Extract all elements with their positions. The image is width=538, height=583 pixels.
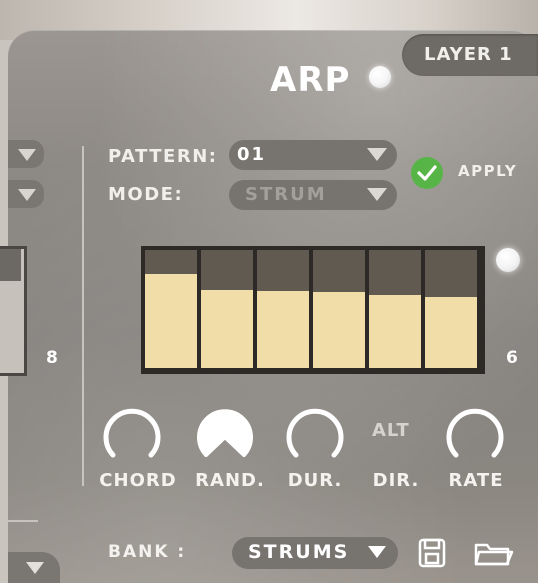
sequencer-step-fill <box>257 291 309 368</box>
apply-button[interactable] <box>411 157 443 189</box>
folder-icon[interactable] <box>474 540 514 568</box>
chevron-down-icon <box>368 546 386 558</box>
left-step-count: 8 <box>46 348 58 368</box>
rate-label: RATE <box>448 470 504 491</box>
left-dropdown-1[interactable] <box>8 140 44 168</box>
sequencer-step[interactable] <box>369 250 421 368</box>
dur-knob[interactable] <box>284 403 346 465</box>
bottom-divider <box>8 520 38 522</box>
layer-label[interactable]: LAYER 1 <box>424 44 513 65</box>
bank-label: BANK : <box>108 542 187 562</box>
rate-knob[interactable] <box>444 403 506 465</box>
sequencer-step-fill <box>313 292 365 368</box>
chord-label: CHORD <box>99 470 177 491</box>
chevron-down-icon <box>26 562 44 574</box>
step-sequencer[interactable] <box>141 246 485 374</box>
left-dropdown-2[interactable] <box>8 180 44 208</box>
sequencer-step[interactable] <box>201 250 253 368</box>
sequencer-step[interactable] <box>145 250 197 368</box>
check-icon <box>417 165 437 181</box>
chevron-down-icon <box>367 148 387 161</box>
right-step-count: 6 <box>506 348 518 368</box>
chevron-down-icon <box>367 188 387 201</box>
sequencer-step-fill <box>145 274 197 368</box>
sequencer-step[interactable] <box>257 250 309 368</box>
pattern-value: 01 <box>237 144 267 165</box>
left-step-slider[interactable] <box>0 246 27 376</box>
sequencer-step-fill <box>201 290 253 368</box>
sequencer-step-fill <box>369 295 421 368</box>
chord-knob[interactable] <box>101 403 163 465</box>
sequencer-led-toggle[interactable] <box>496 248 520 272</box>
chevron-down-icon <box>18 189 36 201</box>
arp-panel-screen: LAYER 1 ARP 8 PATTERN: 01 MODE: STRUM AP… <box>0 0 538 583</box>
apply-label[interactable]: APPLY <box>458 162 517 180</box>
bank-dropdown[interactable]: STRUMS <box>232 537 398 569</box>
arp-power-toggle[interactable] <box>369 66 391 88</box>
alt-label[interactable]: ALT <box>372 420 410 441</box>
sequencer-step[interactable] <box>313 250 365 368</box>
mode-label: MODE: <box>108 184 184 205</box>
mode-dropdown[interactable]: STRUM <box>229 180 397 210</box>
mode-value: STRUM <box>245 184 327 205</box>
arp-title: ARP <box>270 60 351 100</box>
bank-value: STRUMS <box>248 541 350 563</box>
sequencer-step-fill <box>425 297 477 368</box>
pattern-label: PATTERN: <box>108 146 218 167</box>
bottom-left-dropdown[interactable] <box>8 552 60 583</box>
save-icon[interactable] <box>418 538 446 568</box>
chevron-down-icon <box>18 149 36 161</box>
rand-knob[interactable] <box>194 403 256 465</box>
pattern-dropdown[interactable]: 01 <box>229 140 397 170</box>
sequencer-step[interactable] <box>425 250 477 368</box>
section-divider <box>82 146 84 486</box>
left-slider-fill <box>0 249 21 281</box>
